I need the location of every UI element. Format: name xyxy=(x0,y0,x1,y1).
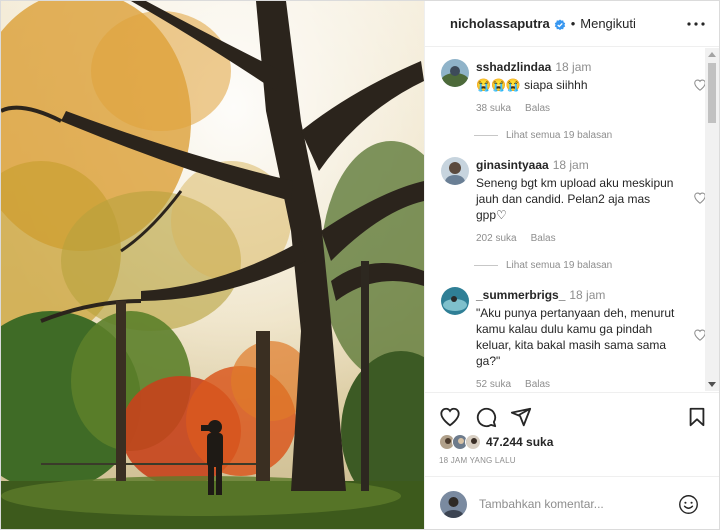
header-separator: • xyxy=(570,16,576,31)
comment-time[interactable]: 18 jam xyxy=(569,288,605,302)
comment-time[interactable]: 18 jam xyxy=(555,60,591,74)
heart-icon[interactable] xyxy=(439,406,461,428)
post-header: nicholassaputra • Mengikuti xyxy=(425,1,719,47)
post-actions: 47.244 suka 18 JAM YANG LALU xyxy=(425,392,719,485)
scrollbar-thumb[interactable] xyxy=(708,63,716,123)
comment-username[interactable]: _summerbrigs_ xyxy=(476,288,565,302)
view-replies-button[interactable]: Lihat semua 19 balasan xyxy=(474,260,612,271)
view-replies-button[interactable]: Lihat semua 19 balasan xyxy=(474,130,612,141)
follow-status-button[interactable]: Mengikuti xyxy=(580,16,636,31)
comment-reply-button[interactable]: Balas xyxy=(525,103,550,114)
comment-meta: 38 suka Balas xyxy=(476,103,676,114)
scroll-down-arrow-icon[interactable] xyxy=(708,382,716,387)
view-replies-label[interactable]: Lihat semua 19 balasan xyxy=(506,260,612,271)
comment-input[interactable] xyxy=(479,494,669,514)
post-modal: nicholassaputra • Mengikuti sshadzlindaa… xyxy=(0,0,720,530)
comments-scrollbar[interactable] xyxy=(705,48,719,391)
comment-username[interactable]: ginasintyaaa xyxy=(476,158,549,172)
comment-header: _summerbrigs_ 18 jam xyxy=(476,287,676,303)
comment-icon[interactable] xyxy=(475,406,497,428)
comments-list[interactable]: sshadzlindaa 18 jam 😭😭😭 siapa siihhh 38 s… xyxy=(425,48,719,392)
comment-meta: 52 suka Balas xyxy=(476,379,676,390)
commenter-avatar[interactable] xyxy=(441,59,469,87)
comment-text: Seneng bgt km upload aku meskipun jauh d… xyxy=(476,176,674,222)
tree-photo-illustration xyxy=(1,1,424,529)
liker-avatar xyxy=(465,434,481,450)
add-comment-bar xyxy=(425,476,719,529)
replies-divider-line xyxy=(474,135,498,136)
comment-body: ginasintyaaa 18 jam Seneng bgt km upload … xyxy=(476,157,676,244)
comment-meta: 202 suka Balas xyxy=(476,233,676,244)
likes-summary[interactable]: 47.244 suka xyxy=(439,434,553,450)
replies-divider-line xyxy=(474,265,498,266)
view-replies-label[interactable]: Lihat semua 19 balasan xyxy=(506,130,612,141)
comment-body: sshadzlindaa 18 jam 😭😭😭 siapa siihhh 38 s… xyxy=(476,59,676,114)
post-author-username[interactable]: nicholassaputra xyxy=(450,16,550,31)
comment-header: sshadzlindaa 18 jam xyxy=(476,59,676,75)
post-timestamp[interactable]: 18 JAM YANG LALU xyxy=(439,456,516,465)
smiley-icon[interactable] xyxy=(678,494,699,515)
more-options-icon[interactable] xyxy=(687,15,705,33)
verified-badge-icon xyxy=(554,18,566,30)
share-icon[interactable] xyxy=(510,406,532,428)
current-user-avatar xyxy=(440,491,467,518)
comment-username[interactable]: sshadzlindaa xyxy=(476,60,551,74)
comment-time[interactable]: 18 jam xyxy=(553,158,589,172)
comment-likes[interactable]: 38 suka xyxy=(476,103,511,114)
commenter-avatar[interactable] xyxy=(441,287,469,315)
scroll-up-arrow-icon[interactable] xyxy=(708,52,716,57)
comment-header: ginasintyaaa 18 jam xyxy=(476,157,676,173)
comment-reply-button[interactable]: Balas xyxy=(525,379,550,390)
bookmark-icon[interactable] xyxy=(686,406,708,428)
post-photo[interactable] xyxy=(1,1,424,529)
post-side-panel: nicholassaputra • Mengikuti sshadzlindaa… xyxy=(424,1,719,529)
likes-count[interactable]: 47.244 suka xyxy=(486,435,553,449)
comment-likes[interactable]: 202 suka xyxy=(476,233,517,244)
comment-body: _summerbrigs_ 18 jam "Aku punya pertanyaa… xyxy=(476,287,676,390)
comment-text: "Aku punya pertanyaan deh, menurut kamu … xyxy=(476,306,675,368)
comment-likes[interactable]: 52 suka xyxy=(476,379,511,390)
comment-reply-button[interactable]: Balas xyxy=(531,233,556,244)
comment-text: 😭😭😭 siapa siihhh xyxy=(476,78,588,92)
commenter-avatar[interactable] xyxy=(441,157,469,185)
